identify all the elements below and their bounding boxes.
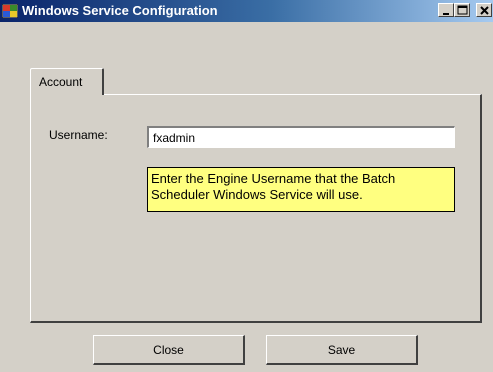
username-label: Username: (49, 128, 108, 142)
minimize-icon (443, 13, 449, 15)
save-button[interactable]: Save (266, 335, 418, 365)
username-hint-tooltip: Enter the Engine Username that the Batch… (147, 167, 455, 212)
tab-account-label: Account (39, 75, 83, 89)
tab-account[interactable]: Account (30, 68, 104, 95)
app-icon[interactable] (1, 3, 19, 19)
close-button[interactable]: Close (93, 335, 245, 365)
maximize-icon (457, 5, 468, 15)
window-title: Windows Service Configuration (22, 3, 218, 18)
username-input[interactable] (147, 126, 455, 148)
service-config-window: Windows Service Configuration Account Us… (0, 0, 493, 372)
close-icon (480, 6, 489, 15)
maximize-button[interactable] (454, 3, 470, 17)
title-bar[interactable]: Windows Service Configuration (0, 0, 493, 22)
close-window-button[interactable] (476, 3, 492, 17)
minimize-button[interactable] (438, 3, 454, 17)
